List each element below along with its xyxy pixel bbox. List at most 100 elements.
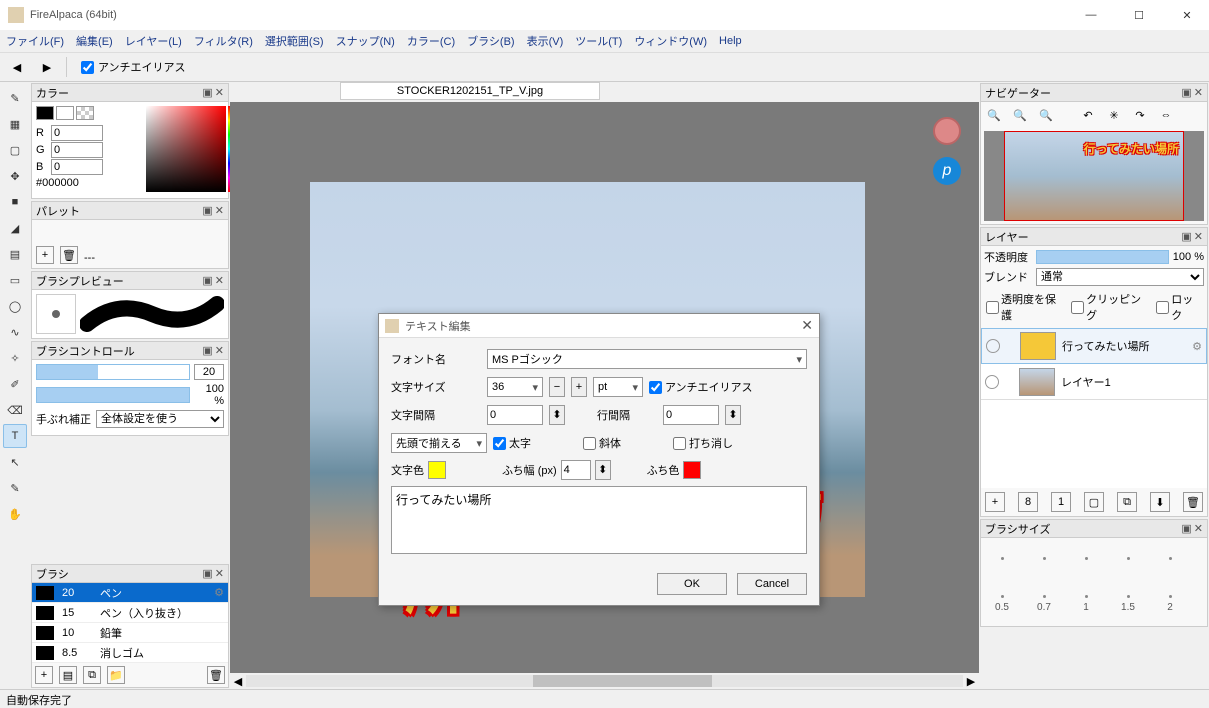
brush-add-icon[interactable]: ▤ bbox=[59, 666, 77, 684]
layer-visibility-icon[interactable] bbox=[986, 339, 1000, 353]
panel-dock-icon[interactable]: ▣ bbox=[202, 204, 212, 217]
panel-dock-icon[interactable]: ▣ bbox=[1181, 230, 1191, 243]
menu-filter[interactable]: フィルタ(R) bbox=[194, 33, 253, 49]
antialias-dialog-checkbox[interactable]: アンチエイリアス bbox=[649, 379, 753, 395]
linesp-spinner[interactable]: ⬍ bbox=[725, 405, 741, 425]
zoom-in-icon[interactable]: 🔍 bbox=[984, 105, 1004, 125]
edge-width-input[interactable]: 4 bbox=[561, 460, 591, 480]
brush-list-item[interactable]: 10鉛筆 bbox=[32, 623, 228, 643]
fg-color-swatch[interactable] bbox=[36, 106, 54, 120]
brush-size-slider[interactable] bbox=[36, 364, 190, 380]
nav-back-icon[interactable]: ◀ bbox=[6, 56, 28, 78]
panel-close-icon[interactable]: ✕ bbox=[1194, 230, 1203, 243]
brush-new-icon[interactable]: + bbox=[35, 666, 53, 684]
menu-brush[interactable]: ブラシ(B) bbox=[467, 33, 514, 49]
panel-close-icon[interactable]: ✕ bbox=[215, 567, 224, 580]
bucket-tool-icon[interactable]: ◢ bbox=[3, 216, 27, 240]
document-tab[interactable]: STOCKER1202151_TP_V.jpg bbox=[340, 82, 600, 100]
size-unit-select[interactable]: pt bbox=[593, 377, 643, 397]
brush-delete-icon[interactable]: 🗑 bbox=[207, 666, 225, 684]
horizontal-scrollbar[interactable]: ◀▶ bbox=[230, 673, 979, 689]
gradient-tool-icon[interactable]: ▤ bbox=[3, 242, 27, 266]
move-tool-icon[interactable]: ✥ bbox=[3, 164, 27, 188]
brush-size-cell[interactable] bbox=[1149, 538, 1191, 582]
blend-mode-select[interactable]: 通常 bbox=[1036, 268, 1204, 286]
menu-color[interactable]: カラー(C) bbox=[407, 33, 455, 49]
font-select[interactable]: MS Pゴシック bbox=[487, 349, 807, 369]
ok-button[interactable]: OK bbox=[657, 573, 727, 595]
dottool-icon[interactable]: ▦ bbox=[3, 112, 27, 136]
layer-opacity-slider[interactable] bbox=[1036, 250, 1169, 264]
transparent-swatch[interactable] bbox=[76, 106, 94, 120]
bg-color-swatch[interactable] bbox=[56, 106, 74, 120]
color-b-input[interactable] bbox=[51, 159, 103, 175]
panel-dock-icon[interactable]: ▣ bbox=[202, 344, 212, 357]
minimize-button[interactable]: — bbox=[1077, 9, 1105, 22]
rotate-left-icon[interactable]: ↶ bbox=[1078, 105, 1098, 125]
panel-dock-icon[interactable]: ▣ bbox=[202, 567, 212, 580]
selecterase-tool-icon[interactable]: ⌫ bbox=[3, 398, 27, 422]
protect-alpha-checkbox[interactable]: 透明度を保護 bbox=[986, 291, 1063, 323]
panel-close-icon[interactable]: ✕ bbox=[1194, 86, 1203, 99]
selectpen-tool-icon[interactable]: ✐ bbox=[3, 372, 27, 396]
brush-size-cell[interactable] bbox=[1023, 538, 1065, 582]
palette-delete-icon[interactable]: 🗑 bbox=[60, 246, 78, 264]
panel-close-icon[interactable]: ✕ bbox=[215, 344, 224, 357]
brush-size-cell[interactable]: 0.5 bbox=[981, 582, 1023, 626]
menu-help[interactable]: Help bbox=[719, 35, 742, 47]
maximize-button[interactable]: ☐ bbox=[1125, 9, 1153, 22]
brush-size-cell[interactable] bbox=[1065, 538, 1107, 582]
menu-window[interactable]: ウィンドウ(W) bbox=[634, 33, 707, 49]
alpaca-badge-icon[interactable] bbox=[933, 117, 961, 145]
rotate-reset-icon[interactable]: ✳ bbox=[1104, 105, 1124, 125]
brush-size-cell[interactable]: 1 bbox=[1065, 582, 1107, 626]
layer-new-icon[interactable]: + bbox=[985, 492, 1005, 512]
brush-opacity-slider[interactable] bbox=[36, 387, 190, 403]
brush-dup-icon[interactable]: ⧉ bbox=[83, 666, 101, 684]
eyedropper-tool-icon[interactable]: ✎ bbox=[3, 476, 27, 500]
fill-tool-icon[interactable]: ■ bbox=[3, 190, 27, 214]
flip-icon[interactable]: ⇔ bbox=[1156, 105, 1176, 125]
brush-size-cell[interactable]: 2 bbox=[1149, 582, 1191, 626]
layer-item[interactable]: レイヤー1 bbox=[981, 364, 1207, 400]
panel-close-icon[interactable]: ✕ bbox=[1194, 522, 1203, 535]
brush-size-cell[interactable]: 1.5 bbox=[1107, 582, 1149, 626]
brush-list-item[interactable]: 8.5消しゴム bbox=[32, 643, 228, 663]
layer-new1-icon[interactable]: 1 bbox=[1051, 492, 1071, 512]
palette-add-icon[interactable]: + bbox=[36, 246, 54, 264]
dialog-close-icon[interactable]: ✕ bbox=[801, 317, 813, 334]
layer-merge-icon[interactable]: ⬇ bbox=[1150, 492, 1170, 512]
pixiv-badge-icon[interactable]: p bbox=[933, 157, 961, 185]
menu-snap[interactable]: スナップ(N) bbox=[336, 33, 395, 49]
close-button[interactable]: ✕ bbox=[1173, 9, 1201, 22]
antialias-checkbox[interactable]: アンチエイリアス bbox=[81, 59, 186, 75]
navigator-preview[interactable]: 行ってみたい場所 bbox=[984, 131, 1204, 221]
panel-close-icon[interactable]: ✕ bbox=[215, 204, 224, 217]
stabilization-select[interactable]: 全体設定を使う bbox=[96, 410, 224, 428]
italic-checkbox[interactable]: 斜体 bbox=[583, 435, 621, 451]
brush-tool-icon[interactable]: ✎ bbox=[3, 86, 27, 110]
edge-color-swatch[interactable] bbox=[683, 461, 701, 479]
size-minus-button[interactable]: − bbox=[549, 377, 565, 397]
select-ellipse-tool-icon[interactable]: ◯ bbox=[3, 294, 27, 318]
layer-folder-icon[interactable]: ▢ bbox=[1084, 492, 1104, 512]
menu-tool[interactable]: ツール(T) bbox=[575, 33, 622, 49]
panel-close-icon[interactable]: ✕ bbox=[215, 274, 224, 287]
object-tool-icon[interactable]: ↖ bbox=[3, 450, 27, 474]
text-tool-icon[interactable]: T bbox=[3, 424, 27, 448]
magic-wand-tool-icon[interactable]: ✧ bbox=[3, 346, 27, 370]
nav-forward-icon[interactable]: ▶ bbox=[36, 56, 58, 78]
font-size-select[interactable]: 36 bbox=[487, 377, 543, 397]
zoom-fit-icon[interactable]: 🔍 bbox=[1036, 105, 1056, 125]
lasso-tool-icon[interactable]: ∿ bbox=[3, 320, 27, 344]
hand-tool-icon[interactable]: ✋ bbox=[3, 502, 27, 526]
color-sv-picker[interactable] bbox=[146, 106, 226, 192]
panel-dock-icon[interactable]: ▣ bbox=[202, 86, 212, 99]
menu-edit[interactable]: 編集(E) bbox=[76, 33, 113, 49]
strike-checkbox[interactable]: 打ち消し bbox=[673, 435, 733, 451]
layer-item[interactable]: 行ってみたい場所⚙ bbox=[981, 328, 1207, 364]
text-color-swatch[interactable] bbox=[428, 461, 446, 479]
layer-visibility-icon[interactable] bbox=[985, 375, 999, 389]
zoom-out-icon[interactable]: 🔍 bbox=[1010, 105, 1030, 125]
charsp-spinner[interactable]: ⬍ bbox=[549, 405, 565, 425]
